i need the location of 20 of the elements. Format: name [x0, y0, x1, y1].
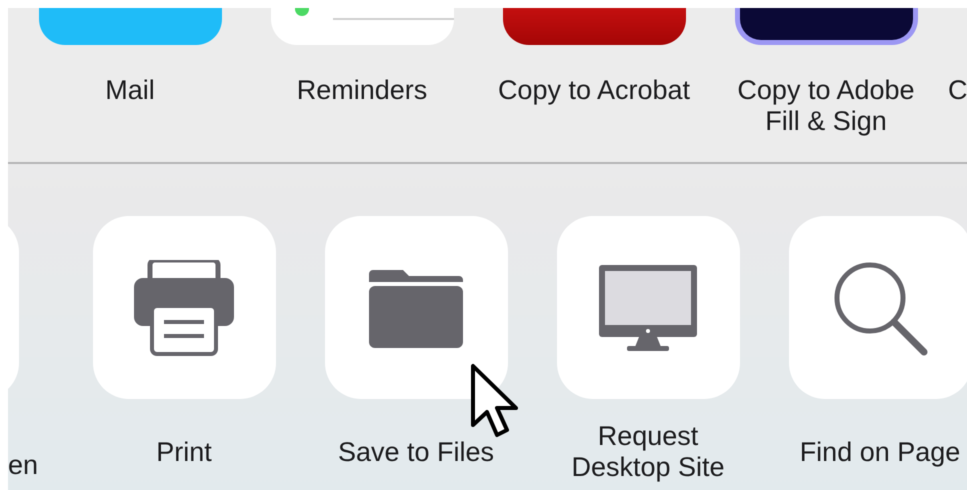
action-tile[interactable]	[92, 216, 276, 399]
action-label[interactable]: Save to Files	[338, 419, 494, 485]
app-label[interactable]: Reminders	[296, 75, 428, 106]
action-tile[interactable]	[556, 216, 740, 399]
action-tile[interactable]	[324, 216, 508, 399]
action-tile[interactable]	[788, 216, 967, 399]
app-label[interactable]: Copy to Acrobat	[498, 75, 690, 106]
app-label[interactable]: Copy to Adobe Fill & Sign	[724, 75, 928, 137]
action-label[interactable]: Print	[156, 419, 212, 485]
search-icon	[832, 260, 928, 356]
app-label[interactable]: Mail	[105, 75, 155, 106]
fill-sign-app-icon[interactable]	[734, 8, 918, 45]
folder-icon	[369, 268, 463, 348]
printer-icon	[134, 260, 234, 356]
action-label[interactable]: en	[8, 435, 38, 490]
action-label[interactable]: Request Desktop Site	[548, 419, 748, 485]
acrobat-app-icon[interactable]	[502, 8, 686, 45]
app-label[interactable]: C	[948, 75, 967, 106]
action-label[interactable]: Find on Page	[800, 419, 960, 485]
desktop-computer-icon	[599, 264, 697, 350]
